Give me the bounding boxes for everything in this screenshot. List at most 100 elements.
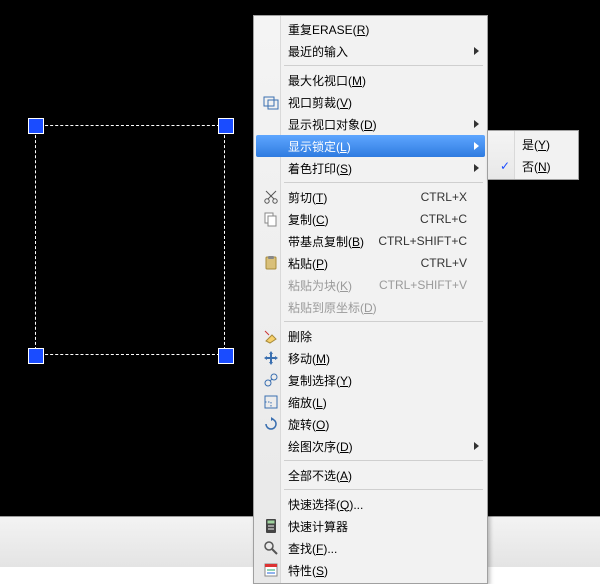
menu-item-label: 最近的输入 (282, 43, 467, 60)
menu-item-label: 缩放(L) (282, 394, 467, 411)
menu-item-label: 粘贴到原坐标(D) (282, 299, 467, 316)
menu-separator (284, 489, 483, 490)
grip-bottom-right[interactable] (218, 348, 234, 364)
blank-icon (260, 230, 282, 252)
blank-icon (260, 18, 282, 40)
menu-item-10[interactable]: 复制(C)CTRL+C (256, 208, 485, 230)
grip-top-left[interactable] (28, 118, 44, 134)
menu-item-label: 快速选择(Q)... (282, 496, 467, 513)
menu-item-label: 全部不选(A) (282, 467, 467, 484)
check-icon: ✓ (494, 155, 516, 177)
submenu-item-0[interactable]: 是(Y) (490, 133, 576, 155)
menu-item-label: 特性(S) (282, 562, 467, 579)
blank-icon (260, 435, 282, 457)
menu-item-5[interactable]: 显示视口对象(D) (256, 113, 485, 135)
menu-item-label: 删除 (282, 328, 467, 345)
menu-item-label: 旋转(O) (282, 416, 467, 433)
menu-separator (284, 65, 483, 66)
paste-icon (260, 252, 282, 274)
blank-icon (260, 493, 282, 515)
viewport-clip-icon (260, 91, 282, 113)
menu-item-25[interactable]: 快速选择(Q)... (256, 493, 485, 515)
submenu-display-lock[interactable]: 是(Y)✓否(N) (487, 130, 579, 180)
menu-item-label: 复制(C) (282, 211, 410, 228)
move-icon (260, 347, 282, 369)
menu-item-label: 剪切(T) (282, 189, 411, 206)
blank-icon (260, 40, 282, 62)
copysel-icon (260, 369, 282, 391)
menu-item-0[interactable]: 重复ERASE(R) (256, 18, 485, 40)
grip-bottom-left[interactable] (28, 348, 44, 364)
rotate-icon (260, 413, 282, 435)
menu-item-label: 快速计算器 (282, 518, 467, 535)
menu-item-shortcut: CTRL+C (410, 212, 467, 226)
submenu-arrow-icon (474, 164, 479, 172)
blank-icon (260, 113, 282, 135)
menu-item-19[interactable]: 缩放(L) (256, 391, 485, 413)
erase-icon (260, 325, 282, 347)
menu-item-label: 显示锁定(L) (282, 138, 467, 155)
menu-item-17[interactable]: 移动(M) (256, 347, 485, 369)
menu-item-shortcut: CTRL+X (411, 190, 467, 204)
copy-icon (260, 208, 282, 230)
menu-item-7[interactable]: 着色打印(S) (256, 157, 485, 179)
menu-item-4[interactable]: 视口剪裁(V) (256, 91, 485, 113)
menu-item-shortcut: CTRL+V (411, 256, 467, 270)
menu-item-23[interactable]: 全部不选(A) (256, 464, 485, 486)
menu-item-shortcut: CTRL+SHIFT+C (368, 234, 467, 248)
blank-icon (260, 274, 282, 296)
menu-separator (284, 182, 483, 183)
menu-item-shortcut: CTRL+SHIFT+V (369, 278, 467, 292)
context-menu[interactable]: 重复ERASE(R) 最近的输入最大化视口(M) 视口剪裁(V) 显示视口对象(D) 显… (253, 15, 488, 584)
menu-item-6[interactable]: 显示锁定(L) (256, 135, 485, 157)
menu-item-label: 重复ERASE(R) (282, 21, 467, 38)
menu-item-label: 粘贴为块(K) (282, 277, 369, 294)
menu-item-27[interactable]: 查找(F)... (256, 537, 485, 559)
menu-item-label: 着色打印(S) (282, 160, 467, 177)
menu-item-1[interactable]: 最近的输入 (256, 40, 485, 62)
menu-item-9[interactable]: 剪切(T)CTRL+X (256, 186, 485, 208)
menu-item-18[interactable]: 复制选择(Y) (256, 369, 485, 391)
menu-item-13: 粘贴为块(K)CTRL+SHIFT+V (256, 274, 485, 296)
menu-item-label: 查找(F)... (282, 540, 467, 557)
submenu-item-1[interactable]: ✓否(N) (490, 155, 576, 177)
submenu-arrow-icon (474, 442, 479, 450)
menu-item-label: 复制选择(Y) (282, 372, 467, 389)
menu-item-label: 最大化视口(M) (282, 72, 467, 89)
menu-item-11[interactable]: 带基点复制(B)CTRL+SHIFT+C (256, 230, 485, 252)
scale-icon (260, 391, 282, 413)
submenu-arrow-icon (474, 47, 479, 55)
calc-icon (260, 515, 282, 537)
selection-rectangle[interactable] (35, 125, 225, 355)
menu-item-label: 粘贴(P) (282, 255, 411, 272)
submenu-arrow-icon (474, 142, 479, 150)
menu-item-20[interactable]: 旋转(O) (256, 413, 485, 435)
menu-separator (284, 460, 483, 461)
menu-item-21[interactable]: 绘图次序(D) (256, 435, 485, 457)
menu-item-28[interactable]: 特性(S) (256, 559, 485, 581)
menu-item-3[interactable]: 最大化视口(M) (256, 69, 485, 91)
grip-top-right[interactable] (218, 118, 234, 134)
menu-item-14: 粘贴到原坐标(D) (256, 296, 485, 318)
menu-item-label: 否(N) (516, 158, 566, 175)
submenu-arrow-icon (474, 120, 479, 128)
menu-item-16[interactable]: 删除 (256, 325, 485, 347)
menu-separator (284, 321, 483, 322)
blank-icon (260, 157, 282, 179)
blank-icon (260, 464, 282, 486)
find-icon (260, 537, 282, 559)
menu-item-label: 是(Y) (516, 136, 566, 153)
blank-icon (494, 133, 516, 155)
cut-icon (260, 186, 282, 208)
menu-item-label: 带基点复制(B) (282, 233, 368, 250)
blank-icon (260, 296, 282, 318)
menu-item-12[interactable]: 粘贴(P)CTRL+V (256, 252, 485, 274)
menu-item-26[interactable]: 快速计算器 (256, 515, 485, 537)
blank-icon (260, 69, 282, 91)
menu-item-label: 显示视口对象(D) (282, 116, 467, 133)
menu-item-label: 绘图次序(D) (282, 438, 467, 455)
menu-item-label: 移动(M) (282, 350, 467, 367)
menu-item-label: 视口剪裁(V) (282, 94, 467, 111)
properties-icon (260, 559, 282, 581)
blank-icon (260, 135, 282, 157)
